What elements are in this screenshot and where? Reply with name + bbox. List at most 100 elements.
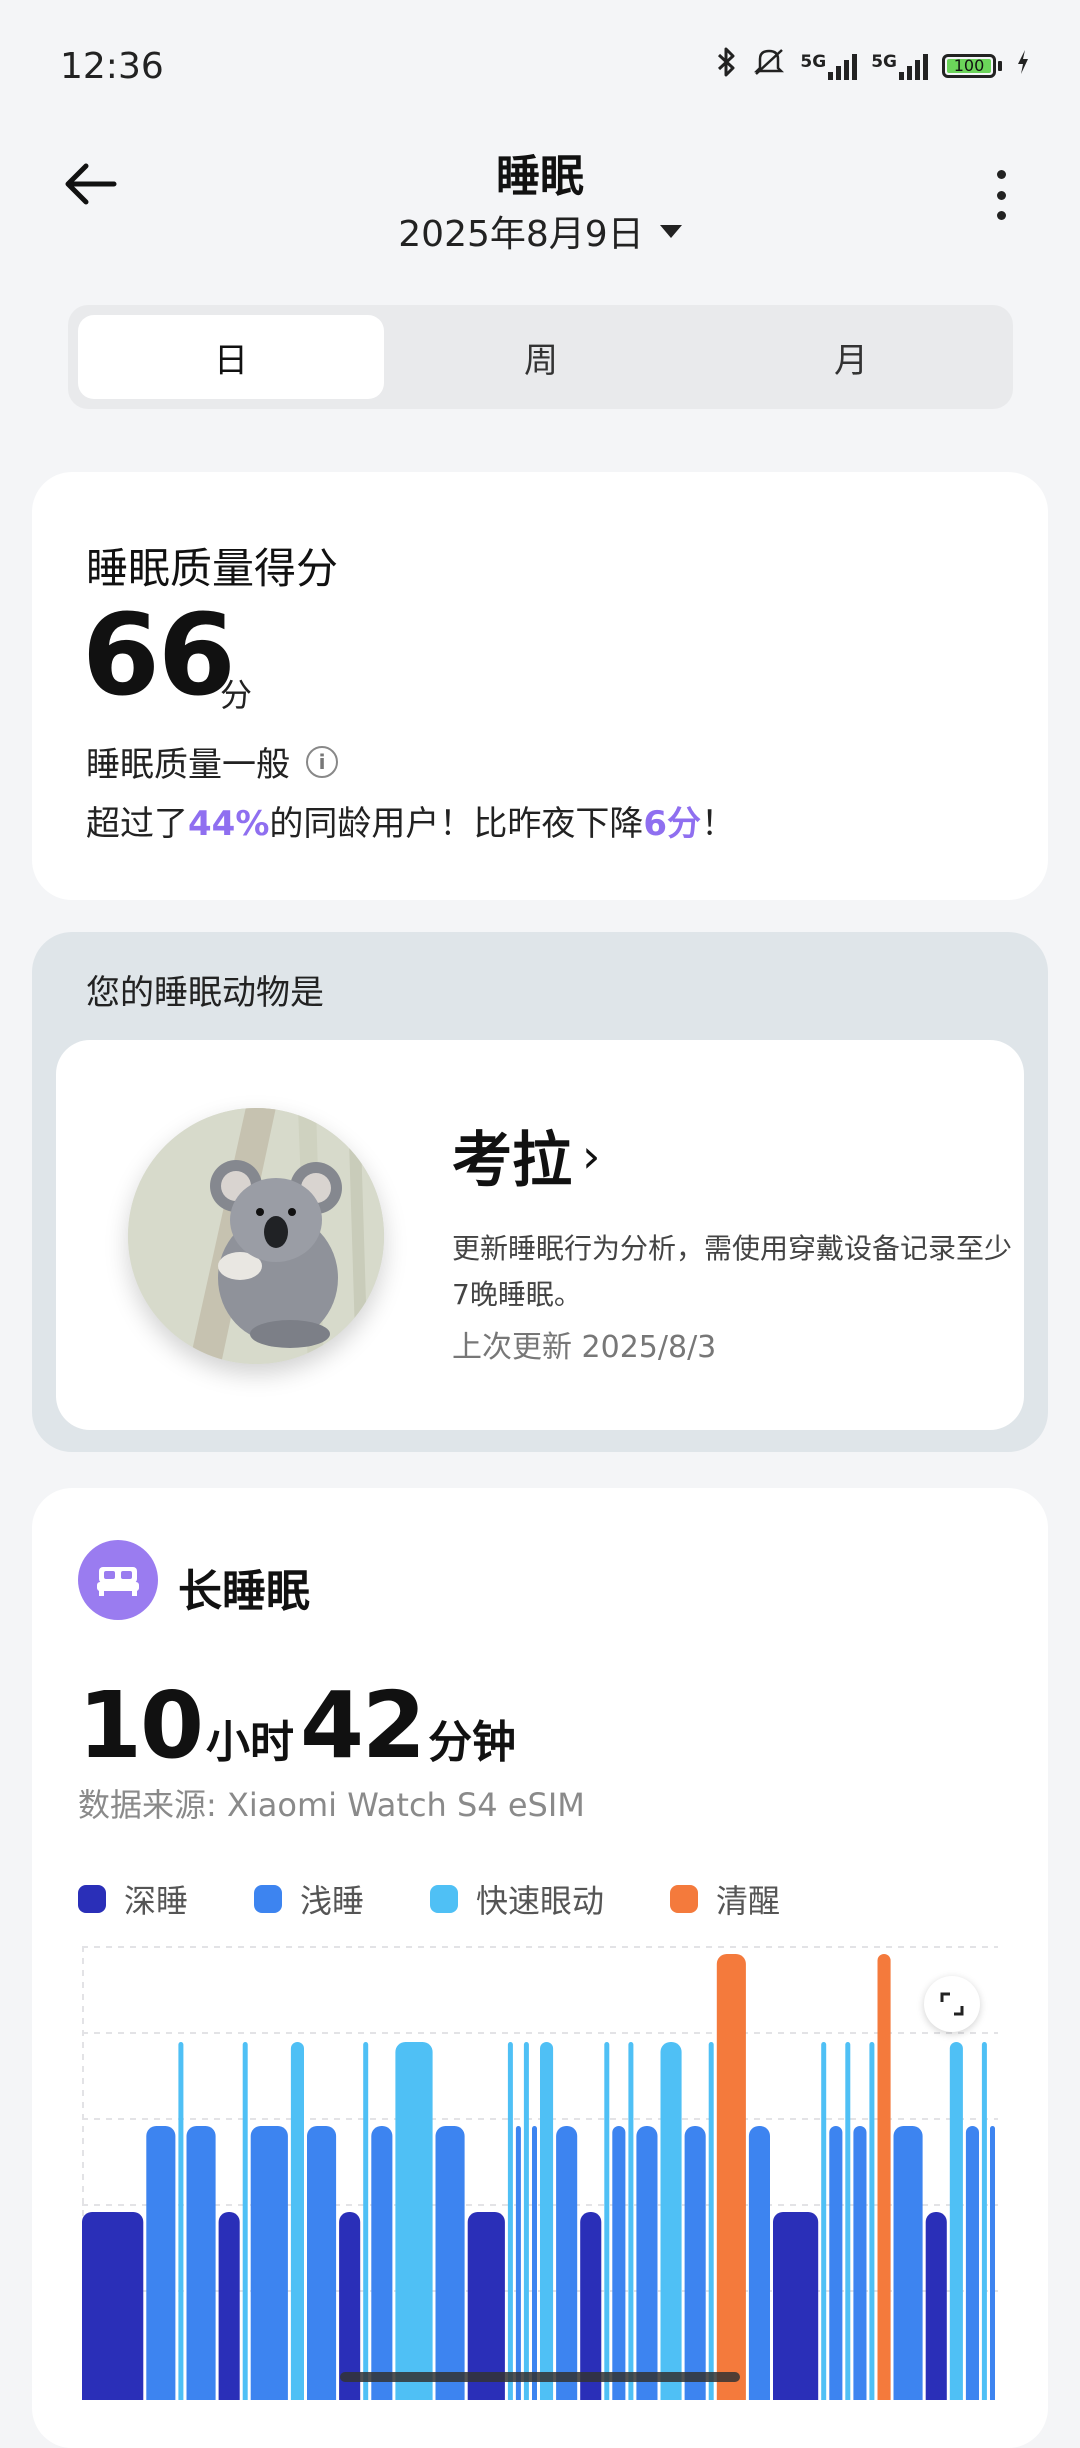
period-tabs: 日 周 月 xyxy=(68,305,1013,409)
sleep-segment-15 xyxy=(507,2042,513,2400)
sleep-stage-chart[interactable] xyxy=(82,1946,998,2400)
sleep-segment-4 xyxy=(218,2212,240,2400)
mute-bell-icon xyxy=(752,46,786,85)
more-dots-icon xyxy=(996,170,1006,179)
score-value: 66 xyxy=(82,591,236,721)
battery-level: 100 xyxy=(947,57,991,73)
sleep-segment-17 xyxy=(523,2042,529,2400)
sleep-segment-5 xyxy=(242,2042,248,2400)
date-label: 2025年8月9日 xyxy=(398,214,644,255)
animal-description: 更新睡眠行为分析，需使用穿戴设备记录至少7晚睡眠。 xyxy=(452,1232,1013,1311)
legend-swatch xyxy=(254,1885,282,1913)
sleep-segment-42 xyxy=(981,2042,987,2400)
signal-bars-icon xyxy=(828,52,858,80)
sleep-segment-26 xyxy=(660,2042,682,2400)
sleep-segment-1 xyxy=(146,2126,176,2400)
legend-label: 清醒 xyxy=(716,1882,781,1920)
legend-label: 浅睡 xyxy=(300,1882,365,1920)
sleep-segment-20 xyxy=(556,2126,578,2400)
sleep-segment-19 xyxy=(540,2042,554,2400)
score-unit: 分 xyxy=(220,676,253,714)
duration-minutes: 42 xyxy=(300,1672,426,1779)
tab-week[interactable]: 周 xyxy=(388,315,694,399)
sleep-segment-31 xyxy=(773,2212,819,2400)
duration-minutes-unit: 分钟 xyxy=(428,1717,517,1768)
data-source: 数据来源: Xiaomi Watch S4 eSIM xyxy=(78,1786,585,1824)
more-options-button[interactable] xyxy=(986,170,1016,220)
score-label: 睡眠质量得分 xyxy=(86,544,339,593)
charging-icon xyxy=(1016,49,1030,82)
sleep-segment-36 xyxy=(869,2042,875,2400)
score-comparison: 超过了44%的同龄用户！比昨夜下降6分！ xyxy=(86,796,735,845)
sleep-segment-10 xyxy=(363,2042,369,2400)
compare-percent: 44% xyxy=(188,804,270,844)
sleep-segment-24 xyxy=(628,2042,634,2400)
home-indicator[interactable] xyxy=(340,2372,740,2382)
tab-day[interactable]: 日 xyxy=(78,315,384,399)
duration-hours-unit: 小时 xyxy=(206,1717,295,1768)
legend-rem: 快速眼动 xyxy=(430,1876,670,1922)
legend-awake: 清醒 xyxy=(670,1876,846,1922)
info-icon[interactable]: i xyxy=(306,745,338,778)
compare-middle: 的同龄用户！比昨夜下降 xyxy=(269,804,644,844)
status-icons: 5G 5G 100 xyxy=(716,46,1030,85)
sleep-segment-23 xyxy=(612,2126,626,2400)
signal-1: 5G xyxy=(800,51,858,80)
quality-row: 睡眠质量一般 i xyxy=(86,737,338,786)
bed-icon xyxy=(78,1540,158,1620)
koala-illustration xyxy=(128,1108,384,1364)
sleep-segment-11 xyxy=(371,2126,393,2400)
quality-label: 睡眠质量一般 xyxy=(86,745,290,785)
legend-label: 快速眼动 xyxy=(476,1882,605,1920)
animal-last-updated: 上次更新 2025/8/3 xyxy=(452,1330,717,1365)
sleep-segment-41 xyxy=(965,2126,979,2400)
sleep-animal-heading: 您的睡眠动物是 xyxy=(86,973,324,1013)
sleep-segment-3 xyxy=(186,2126,216,2400)
network-type-label: 5G xyxy=(800,51,827,72)
date-selector[interactable]: 2025年8月9日 xyxy=(0,205,1080,257)
sleep-segment-33 xyxy=(829,2126,843,2400)
sleep-segment-35 xyxy=(853,2126,867,2400)
signal-bars-icon xyxy=(899,52,928,80)
sleep-segment-28 xyxy=(708,2042,714,2400)
sleep-segment-30 xyxy=(748,2126,770,2400)
duration-hours: 10 xyxy=(78,1672,204,1779)
sleep-duration: 10 小时 42 分钟 xyxy=(78,1672,522,1779)
bluetooth-icon xyxy=(716,46,738,85)
sleep-segment-40 xyxy=(949,2042,963,2400)
sleep-segment-8 xyxy=(307,2126,337,2400)
sleep-segment-12 xyxy=(395,2042,433,2400)
sleep-segment-7 xyxy=(290,2042,304,2400)
expand-icon xyxy=(940,1992,964,2016)
tab-month[interactable]: 月 xyxy=(698,315,1004,399)
page-title: 睡眠 xyxy=(496,151,584,202)
legend-deep: 深睡 xyxy=(78,1876,254,1922)
network-type-label: 5G xyxy=(871,51,897,72)
compare-prefix: 超过了 xyxy=(86,804,188,844)
sleep-segment-34 xyxy=(845,2042,851,2400)
sleep-segment-18 xyxy=(532,2126,537,2400)
legend-swatch xyxy=(78,1885,106,1913)
legend-swatch xyxy=(670,1885,698,1913)
sleep-segment-2 xyxy=(178,2042,184,2400)
sleep-segment-29 xyxy=(716,1954,746,2400)
animal-name: 考拉 xyxy=(452,1126,572,1196)
sleep-segment-6 xyxy=(250,2126,288,2400)
signal-2: 5G xyxy=(871,52,928,80)
compare-suffix: ！ xyxy=(701,804,736,844)
sleep-segment-16 xyxy=(515,2126,521,2400)
sleep-segment-32 xyxy=(821,2042,827,2400)
sleep-segment-38 xyxy=(893,2126,923,2400)
status-time: 12:36 xyxy=(60,46,164,87)
legend-light: 浅睡 xyxy=(254,1876,430,1922)
sleep-segment-13 xyxy=(435,2126,465,2400)
sleep-segment-0 xyxy=(82,2212,144,2400)
sleep-type-label: 长睡眠 xyxy=(178,1566,310,1617)
sleep-segment-27 xyxy=(684,2126,706,2400)
chart-legend: 深睡 浅睡 快速眼动 清醒 xyxy=(78,1876,846,1922)
legend-label: 深睡 xyxy=(124,1882,189,1920)
sleep-segment-25 xyxy=(636,2126,658,2400)
sleep-animal-name-link[interactable]: 考拉 › xyxy=(452,1112,600,1199)
expand-chart-button[interactable] xyxy=(924,1976,980,2032)
compare-drop: 6分 xyxy=(643,804,702,844)
